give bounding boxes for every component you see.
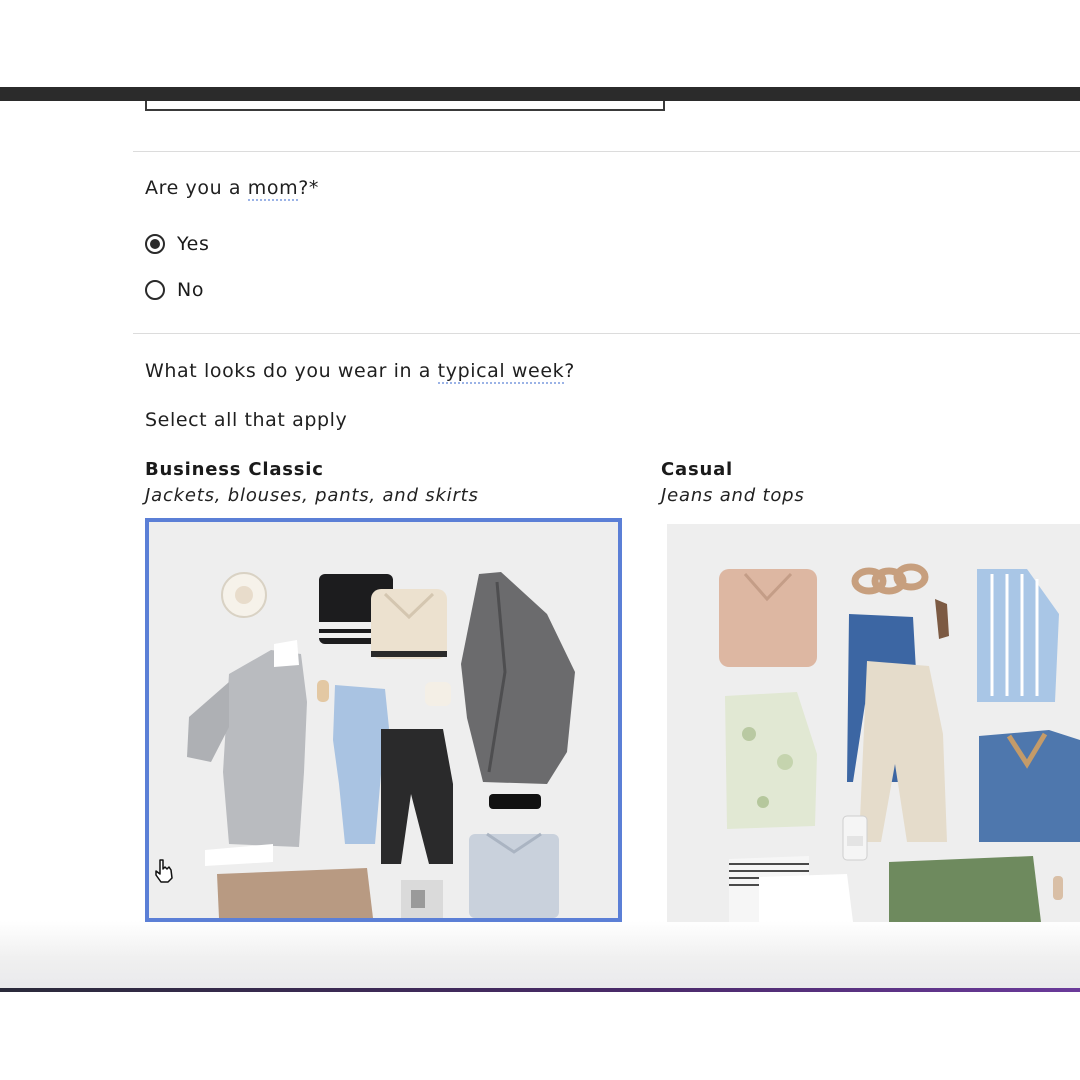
required-marker: ?*: [298, 177, 320, 199]
look-title-casual: Casual: [661, 459, 734, 480]
screen-bottom-fade: [0, 921, 1080, 990]
radio-option-no[interactable]: No: [145, 278, 204, 302]
business-classic-outfit-image: [149, 522, 618, 918]
definition-term-mom[interactable]: mom: [247, 177, 299, 201]
look-subtitle-business-classic: Jackets, blouses, pants, and skirts: [145, 485, 479, 506]
hand-pointer-cursor-icon: [155, 859, 173, 883]
question-mark: ?: [564, 360, 575, 382]
radio-button-yes[interactable]: [145, 234, 165, 254]
section-divider: [133, 333, 1080, 334]
radio-option-yes[interactable]: Yes: [145, 232, 209, 256]
top-margin: [0, 0, 1080, 87]
window-top-bar: [0, 87, 1080, 101]
mom-question-label: Are you a mom?*: [145, 177, 320, 201]
question-text: What looks do you wear in a: [145, 360, 438, 382]
definition-term-typical-week[interactable]: typical week: [437, 360, 565, 384]
radio-selected-dot: [150, 239, 160, 249]
previous-text-field[interactable]: [145, 101, 665, 111]
looks-question-label: What looks do you wear in a typical week…: [145, 360, 575, 384]
look-card-casual[interactable]: [667, 524, 1080, 922]
casual-outfit-image: [667, 524, 1080, 922]
look-title-business-classic: Business Classic: [145, 459, 324, 480]
radio-label-yes: Yes: [177, 233, 210, 255]
look-subtitle-casual: Jeans and tops: [661, 485, 805, 506]
bottom-margin: [0, 992, 1080, 1080]
section-divider: [133, 151, 1080, 152]
quiz-form: Are you a mom?* Yes No What looks do you…: [0, 101, 1080, 990]
radio-label-no: No: [177, 279, 205, 301]
question-text: Are you a: [145, 177, 248, 199]
select-all-hint: Select all that apply: [145, 409, 348, 431]
look-card-business-classic[interactable]: [145, 518, 622, 922]
radio-button-no[interactable]: [145, 280, 165, 300]
